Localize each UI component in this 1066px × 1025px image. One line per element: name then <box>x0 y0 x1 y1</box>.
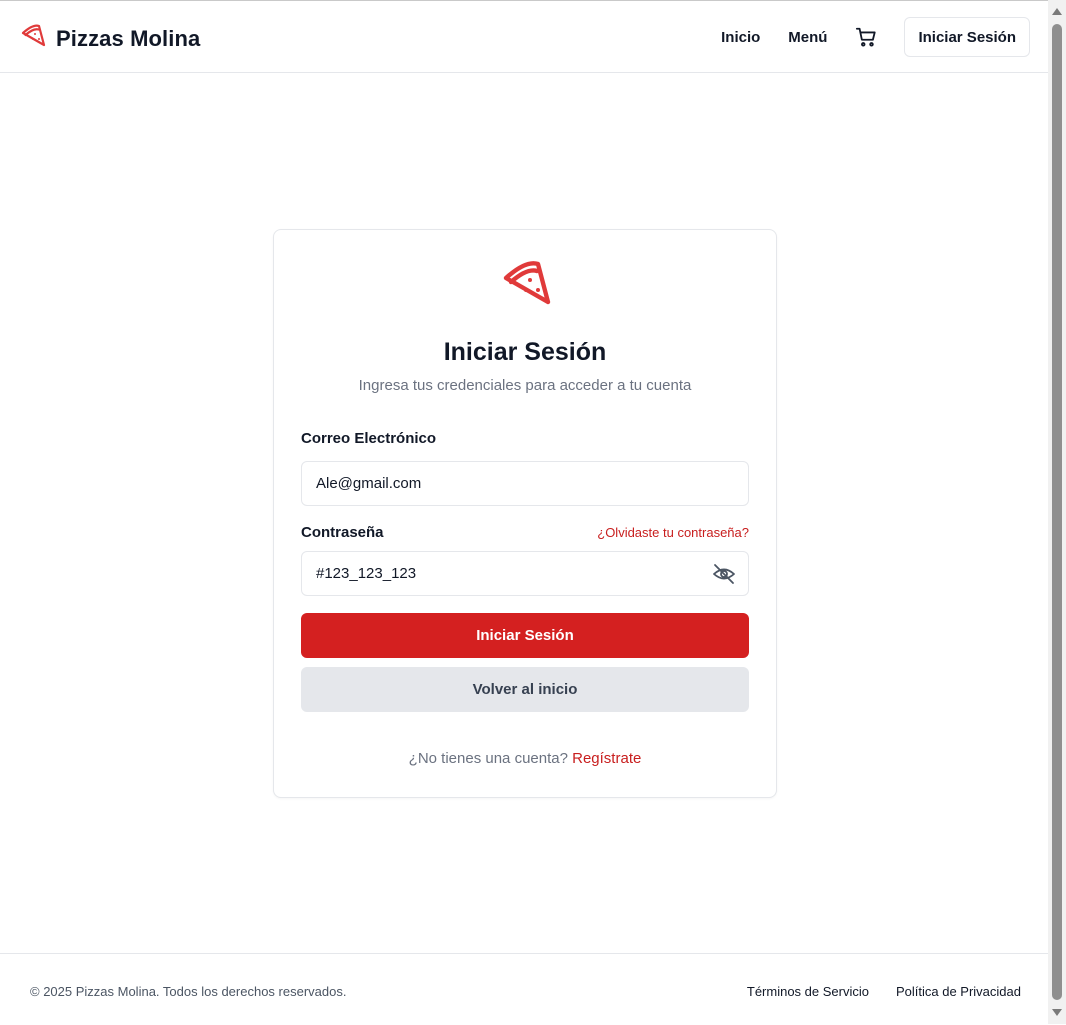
password-value: #123_123_123 <box>316 565 417 582</box>
scrollbar-thumb[interactable] <box>1052 24 1062 1000</box>
password-field[interactable]: #123_123_123 <box>301 551 749 596</box>
eye-off-icon[interactable] <box>712 562 736 590</box>
login-submit-button[interactable]: Iniciar Sesión <box>301 613 749 658</box>
shopping-cart-icon[interactable] <box>855 26 877 48</box>
scroll-down-arrow-icon[interactable] <box>1052 1009 1062 1016</box>
copyright-text: © 2025 Pizzas Molina. Todos los derechos… <box>30 984 347 999</box>
brand-name: Pizzas Molina <box>56 25 201 51</box>
page-title: Iniciar Sesión <box>443 338 607 366</box>
scroll-up-arrow-icon[interactable] <box>1052 8 1062 15</box>
site-header: Pizzas Molina Inicio Menú Iniciar Sesión <box>0 1 1048 73</box>
nav-link-menu[interactable]: Menú <box>788 29 827 46</box>
site-footer: © 2025 Pizzas Molina. Todos los derechos… <box>0 953 1048 1025</box>
footer-links: Términos de Servicio Política de Privaci… <box>720 984 1021 999</box>
header-login-button[interactable]: Iniciar Sesión <box>904 17 1030 57</box>
signup-link[interactable]: Regístrate <box>572 750 641 767</box>
terms-link[interactable]: Términos de Servicio <box>747 984 869 999</box>
password-label: Contraseña <box>301 524 384 541</box>
back-home-button[interactable]: Volver al inicio <box>301 667 749 712</box>
page-subtitle: Ingresa tus credenciales para acceder a … <box>358 377 692 394</box>
login-card: Iniciar Sesión Ingresa tus credenciales … <box>273 229 777 798</box>
main-nav: Inicio Menú Iniciar Sesión <box>721 17 1030 57</box>
signup-prompt-text: ¿No tienes una cuenta? <box>408 750 568 767</box>
privacy-link[interactable]: Política de Privacidad <box>896 984 1021 999</box>
brand[interactable]: Pizzas Molina <box>20 23 200 54</box>
nav-link-home[interactable]: Inicio <box>721 29 760 46</box>
email-field[interactable]: Ale@gmail.com <box>301 461 749 506</box>
page: Pizzas Molina Inicio Menú Iniciar Sesión <box>0 0 1048 1024</box>
email-value: Ale@gmail.com <box>316 475 422 492</box>
pizza-slice-icon <box>500 258 552 315</box>
forgot-password-link[interactable]: ¿Olvidaste tu contraseña? <box>597 525 749 540</box>
vertical-scrollbar[interactable] <box>1048 0 1066 1024</box>
email-label: Correo Electrónico <box>301 430 437 447</box>
signup-prompt: ¿No tienes una cuenta? Regístrate <box>274 750 776 767</box>
pizza-slice-icon <box>20 23 46 54</box>
